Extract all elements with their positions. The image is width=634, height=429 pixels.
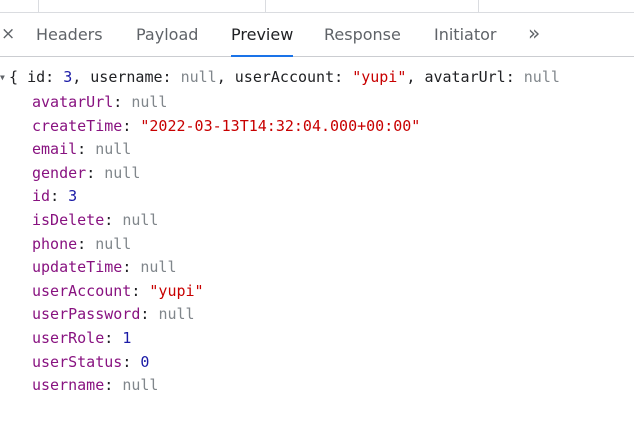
property-row[interactable]: userRole: 1 [32, 327, 420, 351]
property-colon: : [77, 140, 96, 159]
property-value: null [122, 210, 159, 229]
object-summary[interactable]: ▼{ id: 3, username: null, userAccount: "… [0, 66, 560, 88]
property-value: null [158, 305, 195, 324]
summary-separator: , [72, 68, 91, 86]
summary-value: null [180, 68, 217, 86]
property-value: null [104, 163, 141, 182]
summary-colon: : [45, 68, 64, 86]
close-icon[interactable]: × [1, 25, 15, 43]
tab-preview[interactable]: Preview [231, 13, 294, 57]
summary-key: id [27, 68, 46, 86]
property-value: null [122, 376, 159, 395]
property-row[interactable]: gender: null [32, 162, 420, 186]
property-value: null [131, 93, 168, 111]
property-colon: : [104, 210, 123, 229]
summary-value: 3 [63, 68, 73, 86]
property-key: userRole [32, 328, 105, 347]
tab-payload[interactable]: Payload [136, 13, 198, 56]
property-colon: : [131, 281, 150, 300]
column-divider [38, 0, 39, 12]
property-row[interactable]: updateTime: null [32, 256, 420, 280]
property-colon: : [104, 376, 123, 395]
property-key: avatarUrl [32, 93, 114, 111]
property-colon: : [122, 258, 141, 277]
property-row[interactable]: username: null [32, 374, 420, 398]
property-key: userPassword [32, 305, 141, 324]
property-row[interactable]: createTime: "2022-03-13T14:32:04.000+00:… [32, 115, 420, 139]
previous-panel-strip [0, 0, 634, 13]
property-row[interactable]: phone: null [32, 233, 420, 257]
property-row[interactable]: id: 3 [32, 185, 420, 209]
property-value: 0 [140, 352, 150, 371]
summary-key: username [90, 68, 163, 86]
property-row[interactable]: isDelete: null [32, 209, 420, 233]
brace-open: { [9, 68, 19, 86]
preview-panel: ▼{ id: 3, username: null, userAccount: "… [0, 57, 634, 429]
property-key: createTime [32, 116, 123, 135]
summary-colon: : [505, 68, 524, 86]
property-row[interactable]: email: null [32, 138, 420, 162]
tab-initiator[interactable]: Initiator [434, 13, 496, 56]
summary-value: null [523, 68, 560, 86]
summary-colon: : [162, 68, 181, 86]
column-divider [265, 0, 266, 12]
details-tab-bar: × Headers Payload Preview Response Initi… [0, 13, 634, 57]
summary-value: "yupi" [352, 68, 407, 86]
property-value: null [95, 140, 132, 159]
property-key: updateTime [32, 258, 123, 277]
property-value: "yupi" [149, 281, 204, 300]
property-row[interactable]: userStatus: 0 [32, 351, 420, 375]
property-key: gender [32, 163, 87, 182]
summary-separator: , [406, 68, 425, 86]
more-tabs-icon[interactable]: » [528, 13, 540, 56]
expand-triangle-icon[interactable]: ▼ [0, 67, 9, 89]
property-colon: : [122, 352, 141, 371]
property-key: username [32, 376, 105, 395]
summary-key: userAccount [234, 68, 335, 86]
property-key: isDelete [32, 210, 105, 229]
property-key: id [32, 187, 51, 206]
summary-colon: : [334, 68, 353, 86]
tab-response[interactable]: Response [324, 13, 401, 56]
property-colon: : [50, 187, 69, 206]
property-value: 1 [122, 328, 132, 347]
property-key: email [32, 140, 78, 159]
property-colon: : [86, 163, 105, 182]
property-list: avatarUrl: null createTime: "2022-03-13T1… [32, 91, 420, 398]
property-row[interactable]: userPassword: null [32, 303, 420, 327]
summary-separator: , [216, 68, 235, 86]
property-key: userStatus [32, 352, 123, 371]
property-colon: : [77, 234, 96, 253]
tab-headers[interactable]: Headers [36, 13, 103, 56]
property-row[interactable]: avatarUrl: null [32, 91, 420, 115]
summary-key: avatarUrl [424, 68, 506, 86]
property-colon: : [122, 116, 141, 135]
property-value: null [95, 234, 132, 253]
property-value: 3 [68, 187, 78, 206]
property-colon: : [140, 305, 159, 324]
property-value: null [140, 258, 177, 277]
property-key: userAccount [32, 281, 132, 300]
column-divider [478, 0, 479, 12]
property-value: "2022-03-13T14:32:04.000+00:00" [140, 116, 421, 135]
property-colon: : [104, 328, 123, 347]
property-row[interactable]: userAccount: "yupi" [32, 280, 420, 304]
property-key: phone [32, 234, 78, 253]
property-colon: : [113, 93, 132, 111]
